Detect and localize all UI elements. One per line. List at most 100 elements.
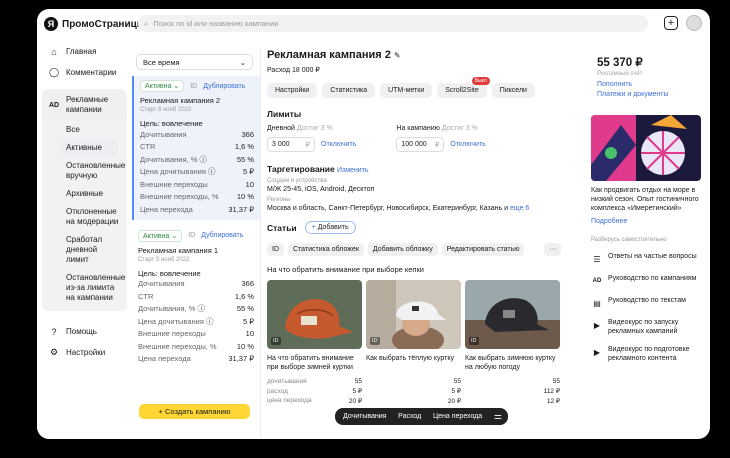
pill-spend[interactable]: Расход bbox=[398, 413, 421, 420]
home-icon: ⌂ bbox=[51, 46, 57, 57]
regions-label: Регионы bbox=[267, 197, 291, 203]
filter-archived[interactable]: Архивные bbox=[42, 185, 127, 203]
disable-campaign-link[interactable]: Отключить bbox=[450, 141, 485, 148]
filter-all[interactable]: Все bbox=[42, 121, 127, 139]
cover-image[interactable]: ID bbox=[465, 280, 560, 349]
sidebar-item-help[interactable]: ? Помощь bbox=[42, 321, 127, 342]
cover-image[interactable]: ID bbox=[366, 280, 461, 349]
campaign-list: Все время ⌄ Активна ⌄ ID Дублировать Реклам… bbox=[132, 49, 261, 439]
sidebar-item-comments[interactable]: ◯ Комментарии bbox=[42, 62, 127, 83]
daily-limit-input[interactable]: 3 000 ₽ bbox=[267, 137, 315, 152]
play-icon: ▶ bbox=[593, 320, 601, 330]
metric-row: CTR 1,6 % bbox=[140, 142, 254, 152]
campaign-id[interactable]: ID bbox=[188, 232, 195, 239]
self-help-video-content[interactable]: ▶ Видеокурс по подготовке рекламного конт… bbox=[591, 345, 703, 363]
period-select[interactable]: Все время ⌄ bbox=[136, 54, 253, 70]
targeting-heading: Таргетирование bbox=[267, 164, 335, 174]
campaign-id[interactable]: ID bbox=[190, 83, 197, 90]
metric-row: Внешние переходы 10 bbox=[140, 179, 254, 189]
tab-scroll2site[interactable]: Scroll2Site Выкл bbox=[437, 77, 490, 98]
sidebar-item-campaigns[interactable]: AD Рекламные кампании bbox=[42, 89, 127, 121]
filter-stopped-manual[interactable]: Остановленные вручную bbox=[42, 157, 127, 185]
self-help-video-launch[interactable]: ▶ Видеокурс по запуску рекламных кампаний bbox=[591, 318, 703, 336]
tool-cover-stats[interactable]: Статистика обложек bbox=[288, 243, 364, 256]
comment-icon: ◯ bbox=[48, 67, 60, 77]
article-captions: На что обратить внимание при выборе зимн… bbox=[267, 354, 572, 372]
info-icon: ⓘ bbox=[205, 316, 214, 326]
metric-row: Дочитывания, % ⓘ 55 % bbox=[140, 154, 254, 164]
top-up-link[interactable]: Пополнить bbox=[597, 80, 697, 90]
sociodem-label: Соцдем и устройства bbox=[267, 178, 327, 184]
tabs: Настройки Статистика UTM-метки Scroll2Si… bbox=[267, 77, 572, 98]
filter-campaign-limit[interactable]: Остановленные из-за лимита на кампании bbox=[42, 269, 127, 307]
self-help-faq[interactable]: ☰ Ответы на частые вопросы bbox=[591, 252, 703, 265]
promo-more-link[interactable]: Подробнее bbox=[591, 218, 703, 225]
edit-icon[interactable]: ✎ bbox=[394, 51, 401, 60]
campaign-card[interactable]: Активна ⌄ ID Дублировать Рекламная кампани… bbox=[132, 76, 260, 220]
promo-image[interactable] bbox=[591, 115, 701, 181]
tool-add-cover[interactable]: Добавить обложку bbox=[367, 243, 438, 256]
create-campaign-button[interactable]: + Создать кампанию bbox=[139, 404, 250, 419]
search-placeholder: Поиск по id или названию кампании bbox=[153, 19, 279, 28]
top-icons: + bbox=[664, 15, 702, 31]
metrics-toggle-pill: Дочитывания Расход Цена перехода ⚌ bbox=[335, 408, 508, 425]
filter-active[interactable]: Активные bbox=[60, 139, 118, 157]
metric-row: Цена перехода 31,37 ₽ bbox=[140, 204, 254, 214]
info-icon: ⓘ bbox=[207, 167, 216, 177]
tool-edit-article[interactable]: Редактировать статью bbox=[441, 243, 525, 256]
right-column: 55 370 ₽ Рекламный счёт Пополнить Платеж… bbox=[591, 49, 703, 363]
tab-pixels[interactable]: Пиксели bbox=[491, 83, 535, 98]
limits: Дневной Достиг 3 % 3 000 ₽ Отключить На ка… bbox=[267, 125, 572, 152]
limits-heading: Лимиты bbox=[267, 109, 302, 119]
app-window: Я ПромоСтраницы ⌕ Поиск по id или назван… bbox=[37, 9, 710, 439]
more-regions-link[interactable]: еще 6 bbox=[510, 205, 529, 212]
cover-images: ID ID ID bbox=[267, 280, 572, 349]
filter-rejected[interactable]: Отклоненные на модерации bbox=[42, 203, 127, 231]
logo[interactable]: Я ПромоСтраницы bbox=[44, 17, 145, 31]
sidebar-item-home[interactable]: ⌂ Главная bbox=[42, 41, 127, 62]
status-badge[interactable]: Активна ⌄ bbox=[138, 229, 183, 242]
sidebar-item-settings[interactable]: ⚙ Настройки bbox=[42, 342, 127, 363]
self-help-texts[interactable]: ▤ Руководство по текстам bbox=[591, 296, 703, 309]
sociodem-value: М/Ж 25-45, iOS, Android, Десктоп bbox=[267, 186, 375, 193]
article-toolbar: ID Статистика обложек Добавить обложку Р… bbox=[267, 243, 572, 256]
pill-cost[interactable]: Цена перехода bbox=[433, 413, 482, 420]
self-help-campaigns[interactable]: AD Руководство по кампаниям bbox=[591, 274, 703, 287]
tool-id[interactable]: ID bbox=[267, 243, 284, 256]
info-icon: ⓘ bbox=[197, 304, 206, 314]
stats-column: 55 112 ₽ 12 ₽ bbox=[543, 378, 560, 405]
disable-daily-link[interactable]: Отключить bbox=[321, 141, 356, 148]
sidebar-nav: ⌂ Главная ◯ Комментарии AD Рекламные кампан… bbox=[42, 41, 127, 363]
metric-row: Цена перехода 31,37 ₽ bbox=[138, 354, 254, 364]
avatar[interactable] bbox=[686, 15, 702, 31]
stats-column: 55 5 ₽ 20 ₽ bbox=[447, 378, 461, 405]
sliders-icon[interactable]: ⚌ bbox=[494, 411, 502, 422]
campaign-limit: На кампанию Достиг 3 % 100 000 ₽ Отключить bbox=[396, 125, 486, 152]
duplicate-link[interactable]: Дублировать bbox=[201, 232, 243, 239]
id-tag: ID bbox=[469, 337, 479, 345]
more-icon[interactable]: ··· bbox=[544, 243, 562, 256]
cover-image[interactable]: ID bbox=[267, 280, 362, 349]
campaign-name: Рекламная кампания 1 bbox=[138, 245, 219, 255]
change-targeting-link[interactable]: Изменить bbox=[337, 167, 369, 174]
payments-link[interactable]: Платежи и документы bbox=[597, 90, 697, 100]
campaign-card[interactable]: Активна ⌄ ID Дублировать Рекламная кампани… bbox=[132, 226, 260, 370]
help-icon: ? bbox=[51, 326, 57, 337]
filter-daily-limit[interactable]: Сработал дневной лимит bbox=[42, 231, 127, 269]
tab-statistics[interactable]: Статистика bbox=[322, 83, 376, 98]
metric-row: Цена дочитывания ⓘ 5 ₽ bbox=[138, 316, 254, 326]
status-badge[interactable]: Активна ⌄ bbox=[140, 80, 185, 92]
add-article-button[interactable]: + Добавить bbox=[304, 221, 356, 234]
page-title: Рекламная кампания 2 ✎ bbox=[267, 49, 401, 61]
tab-settings[interactable]: Настройки bbox=[267, 83, 318, 98]
metric-row: Внешние переходы 10 bbox=[138, 329, 254, 339]
balance-value: 55 370 ₽ bbox=[597, 57, 643, 69]
articles-heading: Статьи bbox=[267, 222, 297, 233]
campaign-limit-input[interactable]: 100 000 ₽ bbox=[396, 137, 445, 152]
article-stats: дочитывания 55 расход 5 ₽ цена перехода 20 … bbox=[267, 377, 572, 406]
pill-reads[interactable]: Дочитывания bbox=[343, 413, 386, 420]
add-icon[interactable]: + bbox=[664, 16, 678, 30]
search-input[interactable]: ⌕ Поиск по id или названию кампании bbox=[138, 15, 648, 32]
duplicate-link[interactable]: Дублировать bbox=[203, 83, 245, 90]
tab-utm[interactable]: UTM-метки bbox=[380, 83, 433, 98]
